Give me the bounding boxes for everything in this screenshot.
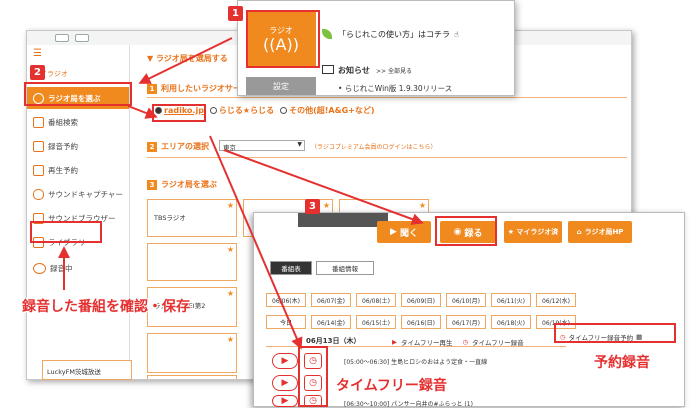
- date-cell[interactable]: 06/14(金): [311, 315, 351, 329]
- home-icon: ⌂: [576, 228, 582, 236]
- station-hp-button[interactable]: ⌂ ラジオ局HP: [568, 221, 632, 243]
- myradio-button[interactable]: ★ マイラジオ済: [504, 221, 562, 243]
- date-cell[interactable]: 06/18(火): [491, 315, 531, 329]
- label-library: 録音した番組を確認・保存: [22, 299, 190, 315]
- badge-step1: 1: [228, 6, 243, 21]
- date-cell[interactable]: 06/15(土): [356, 315, 396, 329]
- program-search-icon: [33, 116, 44, 128]
- date-cell[interactable]: 06/17(月): [446, 315, 486, 329]
- news-title: お知らせ: [338, 66, 370, 75]
- sidebar-item-play-reserve[interactable]: 再生予約: [27, 159, 129, 181]
- date-cell[interactable]: 06/12(水): [536, 293, 576, 307]
- callout-record-box: [435, 216, 497, 246]
- date-cell-today[interactable]: 今日: [266, 315, 306, 329]
- station-tbs[interactable]: TBSラジオ ★: [147, 199, 237, 237]
- step3-heading: 3 ラジオ局を選ぶ: [147, 179, 217, 190]
- timefree-play-button[interactable]: ▶: [272, 375, 298, 391]
- step2-heading: 2 エリアの選択: [147, 141, 209, 152]
- timefree-play-icon: ▶: [392, 338, 397, 346]
- divider: [147, 157, 627, 158]
- step1-heading: 1 利用したいラジオサー: [147, 83, 241, 94]
- label-timefree: タイムフリー録音: [336, 378, 447, 394]
- back-button[interactable]: [55, 34, 69, 42]
- date-cell[interactable]: 06/06(木): [266, 293, 306, 307]
- hand-pointer-icon: ☝: [454, 30, 459, 39]
- date-cell[interactable]: 06/09(日): [401, 293, 441, 307]
- station-card[interactable]: ★: [147, 243, 237, 281]
- date-cell[interactable]: 06/08(土): [356, 293, 396, 307]
- date-cell[interactable]: 06/07(金): [311, 293, 351, 307]
- program-row[interactable]: [05:00〜06:30] 生島ヒロシのおはよう定食・一直線: [344, 357, 487, 366]
- chevron-down-icon: ▼: [297, 141, 302, 148]
- calendar-icon: [33, 140, 44, 152]
- settings-button[interactable]: 設定: [246, 77, 316, 95]
- date-cell[interactable]: 06/16(日): [401, 315, 441, 329]
- date-cell[interactable]: 06/10(月): [446, 293, 486, 307]
- tab-schedule[interactable]: 番組表: [270, 261, 312, 275]
- play-icon: ▶: [390, 227, 397, 237]
- menu-icon[interactable]: ☰: [33, 48, 42, 59]
- callout-timefree-box: [298, 346, 328, 407]
- callout-reserve-box: [554, 323, 676, 343]
- radio-radiru[interactable]: らじる★らじる: [209, 105, 274, 116]
- timefree-play-button[interactable]: ▶: [272, 353, 298, 369]
- callout-radiko-box: [152, 104, 206, 122]
- timefree-play-button[interactable]: ▶: [272, 395, 298, 407]
- sidebar-item-recording[interactable]: 録音中: [27, 257, 129, 279]
- date-cell[interactable]: 06/11(火): [491, 293, 531, 307]
- radio-button-icon: [209, 107, 217, 114]
- news-item[interactable]: • らじれこWin版 1.9.30リリース: [338, 83, 452, 94]
- rec-icon: [33, 262, 46, 274]
- sidebar-item-record-reserve[interactable]: 録音予約: [27, 135, 129, 157]
- howto-link[interactable]: 「らじれこの使い方」はコチラ ☝: [338, 29, 459, 40]
- station-banner: [298, 213, 388, 227]
- label-reserve: 予約録音: [594, 355, 650, 371]
- tab-program-info[interactable]: 番組情報: [316, 261, 374, 275]
- badge-step3: 3: [305, 199, 320, 214]
- station-card[interactable]: [147, 375, 237, 379]
- callout-radio-box: [246, 10, 320, 68]
- news-icon: [322, 65, 334, 74]
- radio-button-icon: [280, 107, 288, 114]
- radio-other[interactable]: その他(超!A&G+など): [280, 105, 375, 116]
- play-calendar-icon: [33, 164, 44, 176]
- listen-button[interactable]: ▶ 聞く: [377, 221, 431, 243]
- station-card[interactable]: ★: [147, 333, 237, 373]
- news-all-link[interactable]: >> 全部見る: [376, 66, 412, 75]
- premium-login-link[interactable]: （ラジコプレミアム会員のログインはこちら）: [311, 142, 436, 151]
- callout-library-box: [30, 221, 102, 243]
- page-heading: ▼ ラジオ局を選局する: [147, 54, 228, 63]
- sidebar-item-sound-capture[interactable]: サウンドキャプチャー: [27, 183, 129, 205]
- divider: [147, 97, 627, 98]
- sidebar-item-program-search[interactable]: 番組検索: [27, 111, 129, 133]
- leaf-icon: [322, 29, 332, 39]
- callout-select-station-box: [24, 82, 132, 106]
- legend: ▶ タイムフリー再生 ◷ タイムフリー録音: [392, 338, 524, 347]
- station-lucky-fm[interactable]: LuckyFM茨城放送: [42, 360, 132, 380]
- clock-icon: ◷: [462, 338, 469, 346]
- microphone-icon: [33, 188, 44, 200]
- forward-button[interactable]: [75, 34, 89, 42]
- date-heading: 06月13日（木）: [306, 337, 361, 345]
- badge-step2: 2: [30, 65, 45, 80]
- area-select[interactable]: 東京 ▼: [219, 140, 305, 152]
